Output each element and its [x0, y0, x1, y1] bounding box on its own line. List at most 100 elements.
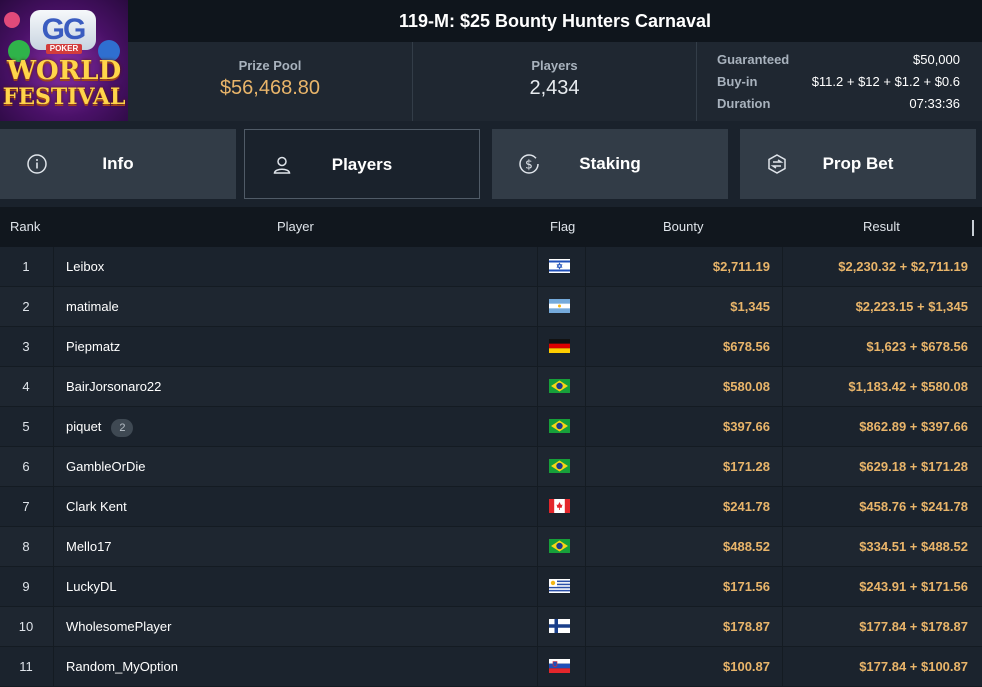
column-divider [537, 287, 538, 327]
flag-brazil-icon [549, 419, 570, 433]
result-cell: $2,223.15 + $1,345 [855, 299, 968, 314]
result-cell: $177.84 + $100.87 [859, 659, 968, 674]
prize-pool-stat: Prize Pool $56,468.80 [128, 42, 412, 121]
column-divider [53, 647, 54, 687]
players-label: Players [531, 58, 578, 73]
column-divider [782, 407, 783, 447]
players-table: Rank Player Flag Bounty Result 1 Leibox $2… [0, 207, 982, 687]
rank-cell: 8 [22, 539, 30, 554]
column-divider [537, 647, 538, 687]
bounty-cell: $100.87 [723, 659, 770, 674]
column-divider [53, 527, 54, 567]
tournament-details: Guaranteed $50,000 Buy-in $11.2 + $12 + … [696, 42, 982, 121]
table-row[interactable]: 11 Random_MyOption $100.87 $177.84 + $100.8… [0, 647, 982, 687]
column-divider [537, 607, 538, 647]
column-divider [782, 527, 783, 567]
table-row[interactable]: 6 GambleOrDie $171.28 $629.18 + $171.28 [0, 447, 982, 487]
table-row[interactable]: 9 LuckyDL $171.56 $243.91 + $171.56 [0, 567, 982, 607]
detail-value: $11.2 + $12 + $1.2 + $0.6 [811, 74, 960, 89]
column-header-flag[interactable]: Flag [550, 207, 575, 247]
player-cell[interactable]: LuckyDL [66, 567, 117, 607]
flag-brazil-icon [549, 539, 570, 553]
tab-staking[interactable]: $ Staking [492, 129, 728, 199]
player-cell[interactable]: Random_MyOption [66, 647, 178, 687]
column-divider [537, 247, 538, 287]
flag-canada-icon [549, 499, 570, 513]
logo-poker-text: POKER [46, 44, 82, 54]
player-name: WholesomePlayer [66, 619, 172, 634]
player-cell[interactable]: piquet 2 [66, 407, 134, 447]
player-cell[interactable]: GambleOrDie [66, 447, 145, 487]
bounty-cell: $171.56 [723, 579, 770, 594]
rank-cell: 5 [22, 419, 30, 434]
column-divider [53, 447, 54, 487]
column-divider [782, 247, 783, 287]
tab-prop-bet[interactable]: Prop Bet [740, 129, 976, 199]
rank-cell: 9 [22, 579, 30, 594]
bounty-cell: $171.28 [723, 459, 770, 474]
flag-finland-icon [549, 619, 570, 633]
result-cell: $629.18 + $171.28 [859, 459, 968, 474]
table-row[interactable]: 2 matimale $1,345 $2,223.15 + $1,345 [0, 287, 982, 327]
detail-value: $50,000 [913, 52, 960, 67]
bounty-cell: $178.87 [723, 619, 770, 634]
table-row[interactable]: 7 Clark Kent $241.78 $458.76 + $241.78 [0, 487, 982, 527]
flag-israel-icon [549, 259, 570, 273]
rank-cell: 4 [22, 379, 30, 394]
column-divider [53, 487, 54, 527]
result-cell: $177.84 + $178.87 [859, 619, 968, 634]
player-name: Random_MyOption [66, 659, 178, 674]
column-divider [53, 407, 54, 447]
rank-cell: 10 [18, 619, 34, 634]
table-row[interactable]: 4 BairJorsonaro22 $580.08 $1,183.42 + $580.… [0, 367, 982, 407]
tab-label: Prop Bet [822, 154, 894, 173]
detail-key: Duration [717, 96, 771, 111]
column-divider [53, 607, 54, 647]
player-cell[interactable]: matimale [66, 287, 119, 327]
bounty-cell: $397.66 [723, 419, 770, 434]
column-divider [537, 447, 538, 487]
column-divider [537, 567, 538, 607]
column-header-rank[interactable]: Rank [10, 207, 40, 247]
gg-world-festival-logo: GG POKER WORLD FESTIVAL [0, 0, 128, 121]
result-cell: $862.89 + $397.66 [859, 419, 968, 434]
player-name: BairJorsonaro22 [66, 379, 162, 394]
tab-bar: Info Players $ Staking Prop Bet [0, 129, 982, 199]
player-cell[interactable]: Leibox [66, 247, 104, 287]
bounty-cell: $241.78 [723, 499, 770, 514]
table-row[interactable]: 10 WholesomePlayer $178.87 $177.84 + $178.8… [0, 607, 982, 647]
detail-duration: Duration 07:33:36 [717, 93, 960, 115]
column-divider [782, 647, 783, 687]
player-cell[interactable]: WholesomePlayer [66, 607, 172, 647]
flag-uruguay-icon [549, 579, 570, 593]
table-row[interactable]: 8 Mello17 $488.52 $334.51 + $488.52 [0, 527, 982, 567]
column-header-bounty[interactable]: Bounty [663, 207, 703, 247]
detail-guaranteed: Guaranteed $50,000 [717, 49, 960, 71]
column-divider [53, 567, 54, 607]
table-row[interactable]: 5 piquet 2 $397.66 $862.89 + $397.66 [0, 407, 982, 447]
tab-players[interactable]: Players [244, 129, 480, 199]
logo-decoration [4, 12, 20, 28]
result-cell: $1,623 + $678.56 [866, 339, 968, 354]
players-value: 2,434 [529, 77, 580, 99]
column-divider [537, 487, 538, 527]
flag-argentina-icon [549, 299, 570, 313]
prize-pool-value: $56,468.80 [219, 77, 321, 99]
column-divider [53, 367, 54, 407]
player-cell[interactable]: Mello17 [66, 527, 112, 567]
player-cell[interactable]: Piepmatz [66, 327, 120, 367]
table-row[interactable]: 1 Leibox $2,711.19 $2,230.32 + $2,711.19 [0, 247, 982, 287]
result-cell: $1,183.42 + $580.08 [848, 379, 968, 394]
column-header-result[interactable]: Result [863, 207, 900, 247]
column-header-player[interactable]: Player [277, 207, 314, 247]
bounty-cell: $580.08 [723, 379, 770, 394]
tab-info[interactable]: Info [0, 129, 236, 199]
column-divider [782, 327, 783, 367]
column-resize-handle[interactable] [972, 220, 974, 236]
detail-value: 07:33:36 [909, 96, 960, 111]
table-row[interactable]: 3 Piepmatz $678.56 $1,623 + $678.56 [0, 327, 982, 367]
result-cell: $334.51 + $488.52 [859, 539, 968, 554]
player-cell[interactable]: BairJorsonaro22 [66, 367, 161, 407]
player-cell[interactable]: Clark Kent [66, 487, 127, 527]
column-divider [537, 367, 538, 407]
